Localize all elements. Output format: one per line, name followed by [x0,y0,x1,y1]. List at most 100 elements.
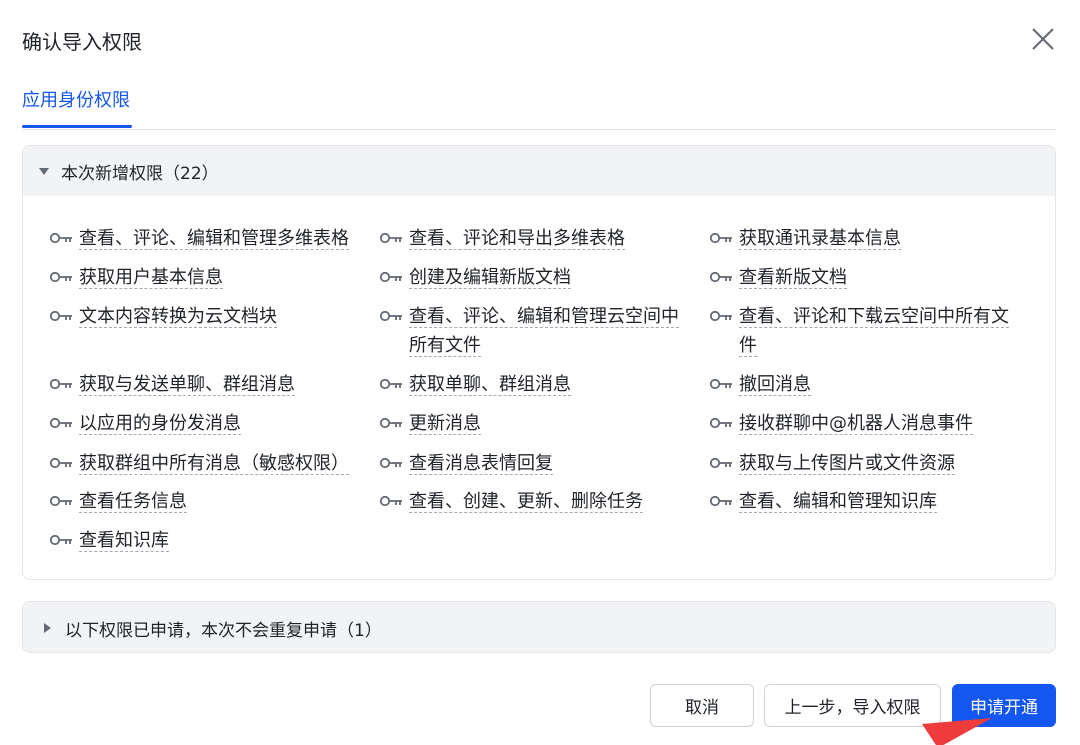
permission-label-text: 获取与上传图片或文件资源 [739,453,955,475]
permission-label: 以应用的身份发消息 [79,409,241,438]
key-icon [49,457,72,469]
tab-bar: 应用身份权限 [22,76,1056,130]
new-permissions-header[interactable]: 本次新增权限（22） [23,146,1055,196]
key-icon [709,457,732,469]
permission-item: 查看、评论、编辑和管理云空间中所有文件 [379,302,689,360]
permission-label: 查看、评论和下载云空间中所有文件 [739,302,1019,360]
permission-label: 获取群组中所有消息（敏感权限） [79,449,349,478]
caret-right-icon [44,623,51,633]
permission-label: 查看、评论和导出多维表格 [409,224,625,253]
tab-app-identity-permissions[interactable]: 应用身份权限 [22,86,130,112]
caret-down-icon [39,167,49,175]
applied-permissions-panel: 以下权限已申请，本次不会重复申请（1） [22,601,1056,653]
permission-item: 查看、评论和导出多维表格 [379,224,689,253]
key-icon [49,232,72,244]
permission-label: 查看、创建、更新、删除任务 [409,487,643,516]
permission-item: 创建及编辑新版文档 [379,263,689,292]
permission-item: 查看新版文档 [709,263,1019,292]
permission-label-text: 查看、评论、编辑和管理多维表格 [79,228,349,250]
permission-label-text: 撤回消息 [739,374,811,396]
applied-permissions-title: 以下权限已申请，本次不会重复申请（1） [65,620,382,641]
permission-label-text: 查看、编辑和管理知识库 [739,491,937,513]
permission-label-text: 文本内容转换为云文档块 [79,306,277,328]
permission-label: 获取与上传图片或文件资源 [739,449,955,478]
permission-label-text: 获取群组中所有消息（敏感权限） [79,453,349,475]
key-icon [49,378,72,390]
permission-item: 获取通讯录基本信息 [709,224,1019,253]
permission-label: 获取用户基本信息 [79,263,223,292]
cancel-button[interactable]: 取消 [650,684,754,727]
previous-step-button[interactable]: 上一步，导入权限 [764,684,941,727]
permission-label-text: 查看知识库 [79,530,169,552]
permission-label-text: 获取通讯录基本信息 [739,228,901,250]
permission-item: 查看消息表情回复 [379,449,689,478]
key-icon [379,378,402,390]
key-icon [709,495,732,507]
permission-label: 查看新版文档 [739,263,847,292]
permission-label-text: 查看、创建、更新、删除任务 [409,491,643,513]
permission-label-text: 获取与发送单聊、群组消息 [79,374,295,396]
key-icon [709,310,732,322]
permission-item: 获取群组中所有消息（敏感权限） [49,449,359,478]
permission-item: 查看、评论、编辑和管理多维表格 [49,224,359,253]
permission-item: 查看、编辑和管理知识库 [709,487,1019,516]
key-icon [49,534,72,546]
permission-item: 以应用的身份发消息 [49,409,359,438]
permission-item: 获取单聊、群组消息 [379,370,689,399]
permission-label-text: 查看、评论和导出多维表格 [409,228,625,250]
permission-label: 获取与发送单聊、群组消息 [79,370,295,399]
key-icon [379,495,402,507]
permission-label-text: 更新消息 [409,413,481,435]
permission-item: 获取用户基本信息 [49,263,359,292]
permission-label-text: 接收群聊中@机器人消息事件 [739,413,973,435]
permission-item: 查看知识库 [49,526,359,555]
key-icon [49,417,72,429]
permission-label: 查看消息表情回复 [409,449,553,478]
permission-label-text: 创建及编辑新版文档 [409,267,571,289]
permission-item: 更新消息 [379,409,689,438]
permission-item: 查看、创建、更新、删除任务 [379,487,689,516]
new-permissions-title: 本次新增权限（22） [61,163,219,184]
key-icon [709,232,732,244]
permission-label-text: 以应用的身份发消息 [79,413,241,435]
permission-item: 文本内容转换为云文档块 [49,302,359,331]
cursor-pointer-icon [922,718,992,745]
permission-label-text: 查看新版文档 [739,267,847,289]
permission-label: 撤回消息 [739,370,811,399]
permission-label: 查看任务信息 [79,487,187,516]
permission-label-text: 查看、评论和下载云空间中所有文件 [739,306,1009,357]
key-icon [49,495,72,507]
key-icon [379,417,402,429]
permission-item: 撤回消息 [709,370,1019,399]
permission-item: 查看任务信息 [49,487,359,516]
key-icon [379,457,402,469]
key-icon [379,232,402,244]
active-tab-indicator [22,125,132,128]
permission-label: 查看、评论、编辑和管理多维表格 [79,224,349,253]
permission-label-text: 获取单聊、群组消息 [409,374,571,396]
dialog-title: 确认导入权限 [22,30,142,54]
permission-item: 查看、评论和下载云空间中所有文件 [709,302,1019,360]
applied-permissions-header[interactable]: 以下权限已申请，本次不会重复申请（1） [23,602,1055,652]
close-icon[interactable] [1028,24,1058,54]
key-icon [49,271,72,283]
permission-label: 更新消息 [409,409,481,438]
permission-label: 查看、编辑和管理知识库 [739,487,937,516]
key-icon [379,271,402,283]
key-icon [379,310,402,322]
permission-item: 接收群聊中@机器人消息事件 [709,409,1019,438]
permission-label: 获取通讯录基本信息 [739,224,901,253]
key-icon [49,310,72,322]
key-icon [709,417,732,429]
permission-item: 获取与发送单聊、群组消息 [49,370,359,399]
permission-label: 接收群聊中@机器人消息事件 [739,409,973,438]
key-icon [709,271,732,283]
permission-label: 查看知识库 [79,526,169,555]
permission-label: 查看、评论、编辑和管理云空间中所有文件 [409,302,689,360]
permission-label: 获取单聊、群组消息 [409,370,571,399]
key-icon [709,378,732,390]
permission-label: 创建及编辑新版文档 [409,263,571,292]
permission-label-text: 获取用户基本信息 [79,267,223,289]
permission-label-text: 查看任务信息 [79,491,187,513]
new-permissions-panel: 本次新增权限（22） 查看、评论、编辑和管理多维表格 查看、评论和导出多维表格 获取… [22,145,1056,580]
